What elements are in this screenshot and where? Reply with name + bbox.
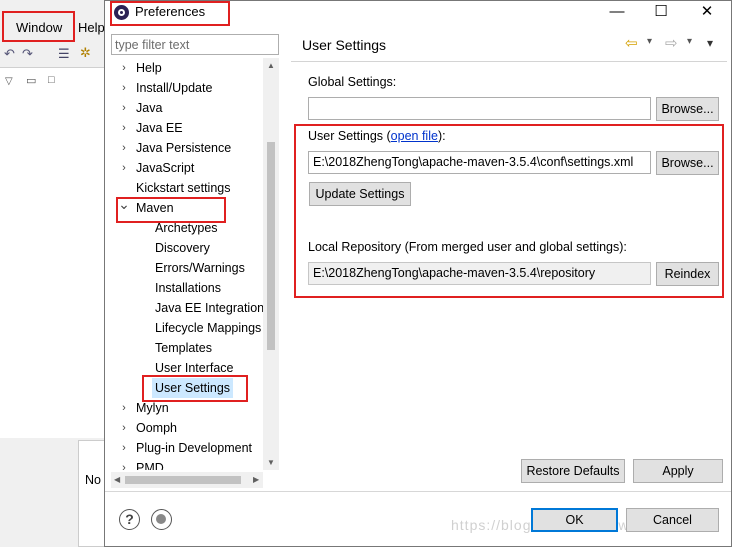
tree-item-label: Java [136,101,163,115]
collapsed-chevron-icon[interactable]: › [118,418,130,438]
collapsed-chevron-icon[interactable]: › [118,98,130,118]
tree-item-label: Installations [155,281,222,295]
tree-item[interactable]: Lifecycle Mappings [105,318,263,338]
tree-item[interactable]: › Java EE [105,118,263,138]
tree-item[interactable]: › Oomph [105,418,263,438]
tree-item[interactable]: › Java Persistence [105,138,263,158]
forward-menu-icon[interactable]: ▾ [687,36,692,47]
tree-item-label: Oomph [136,421,177,435]
tree-item-label: PMD [136,461,164,470]
tree-item[interactable]: Templates [105,338,263,358]
view-menu-icon[interactable]: ▾ [707,36,713,50]
preferences-tree-pane: › Help › Install/Update › Java › Java EE › Java P… [105,26,287,488]
tree-item-label: Lifecycle Mappings [155,321,262,335]
tree-horizontal-scroll-thumb[interactable] [125,476,241,484]
tree-item[interactable]: Installations [105,278,263,298]
tree-item-label: Errors/Warnings [155,261,245,275]
collapsed-chevron-icon[interactable]: › [118,158,130,178]
collapsed-chevron-icon[interactable]: › [118,138,130,158]
tree-item-label: Templates [155,341,212,355]
tree-item-label: Java EE Integration [155,301,263,315]
background-lower-view: No [78,440,106,547]
global-settings-field[interactable] [308,97,651,120]
forward-icon[interactable]: ⇨ [665,34,678,52]
minimize-button[interactable]: — [595,1,639,25]
record-macro-icon[interactable] [151,509,172,530]
background-view: ▽ ▭ □ [0,68,106,438]
tree-item-label: Java Persistence [136,141,232,155]
tree-item[interactable]: › Help [105,58,263,78]
global-settings-label: Global Settings: [308,75,397,89]
background-status-text: No [85,473,101,487]
collapsed-chevron-icon[interactable]: › [118,458,130,470]
tree-item-label: Kickstart settings [136,181,231,195]
maximize-button[interactable]: ☐ [639,1,683,25]
tree-item-label: Plug-in Development [136,441,253,455]
scroll-right-icon[interactable]: ▶ [253,475,259,484]
tree-horizontal-scrollbar[interactable]: ◀ ▶ [111,472,263,488]
undo-icon[interactable]: ↶ [4,46,15,62]
tree-item-label: Install/Update [136,81,213,95]
close-button[interactable]: ✕ [685,1,729,25]
tree-item-label: Java EE [136,121,183,135]
scroll-down-icon[interactable]: ▼ [267,458,275,467]
tree-vertical-scrollbar[interactable]: ▲ ▼ [263,58,279,470]
preferences-tree: › Help › Install/Update › Java › Java EE › Java P… [105,58,263,470]
cancel-button[interactable]: Cancel [626,508,719,532]
title-separator [291,61,727,62]
background-toolbar: ↶ ↷ ☰ ✲ [0,42,106,68]
restore-defaults-button[interactable]: Restore Defaults [521,459,625,483]
tree-item-label: Help [136,61,162,75]
annotation-user-settings-item [142,375,248,402]
global-browse-button[interactable]: Browse... [656,97,719,121]
back-icon[interactable]: ⇦ [625,34,638,52]
menu-help[interactable]: Help [78,20,105,35]
tree-item[interactable]: Java EE Integration [105,298,263,318]
collapsed-chevron-icon[interactable]: › [118,438,130,458]
scroll-left-icon[interactable]: ◀ [114,475,120,484]
collapsed-chevron-icon[interactable]: › [118,58,130,78]
background-eclipse-window: Window Help ↶ ↷ ☰ ✲ ▽ ▭ □ No [0,0,106,547]
list-icon[interactable]: ☰ [58,46,70,62]
annotation-maven-item [116,197,226,223]
back-menu-icon[interactable]: ▾ [647,36,652,47]
annotation-window-menu [2,11,75,42]
footer-separator [105,491,731,492]
annotation-settings-area [294,124,724,298]
minimize-view-icon[interactable]: ▭ [26,74,36,87]
tree-item-label: JavaScript [136,161,195,175]
apply-button[interactable]: Apply [633,459,723,483]
collapsed-chevron-icon[interactable]: › [118,78,130,98]
collapsed-chevron-icon[interactable]: › [118,398,130,418]
tree-item[interactable]: › Java [105,98,263,118]
tree-item[interactable]: › JavaScript [105,158,263,178]
tree-item[interactable]: Discovery [105,238,263,258]
tree-item[interactable]: › Plug-in Development [105,438,263,458]
filter-input[interactable] [111,34,279,55]
redo-icon[interactable]: ↷ [22,46,33,62]
help-icon[interactable]: ? [119,509,140,530]
page-title: User Settings [302,37,387,53]
tree-item-label: Discovery [155,241,210,255]
scroll-up-icon[interactable]: ▲ [267,61,275,70]
maximize-view-icon[interactable]: □ [48,74,55,86]
collapsed-chevron-icon[interactable]: › [118,118,130,138]
view-menu-icon[interactable]: ▽ [5,76,13,87]
tree-item[interactable]: › Install/Update [105,78,263,98]
tree-vertical-scroll-thumb[interactable] [267,142,275,350]
tree-item[interactable]: Errors/Warnings [105,258,263,278]
wizard-icon[interactable]: ✲ [80,45,91,61]
tree-item[interactable]: › PMD [105,458,263,470]
annotation-preferences-title [110,1,230,26]
ok-button[interactable]: OK [531,508,618,532]
